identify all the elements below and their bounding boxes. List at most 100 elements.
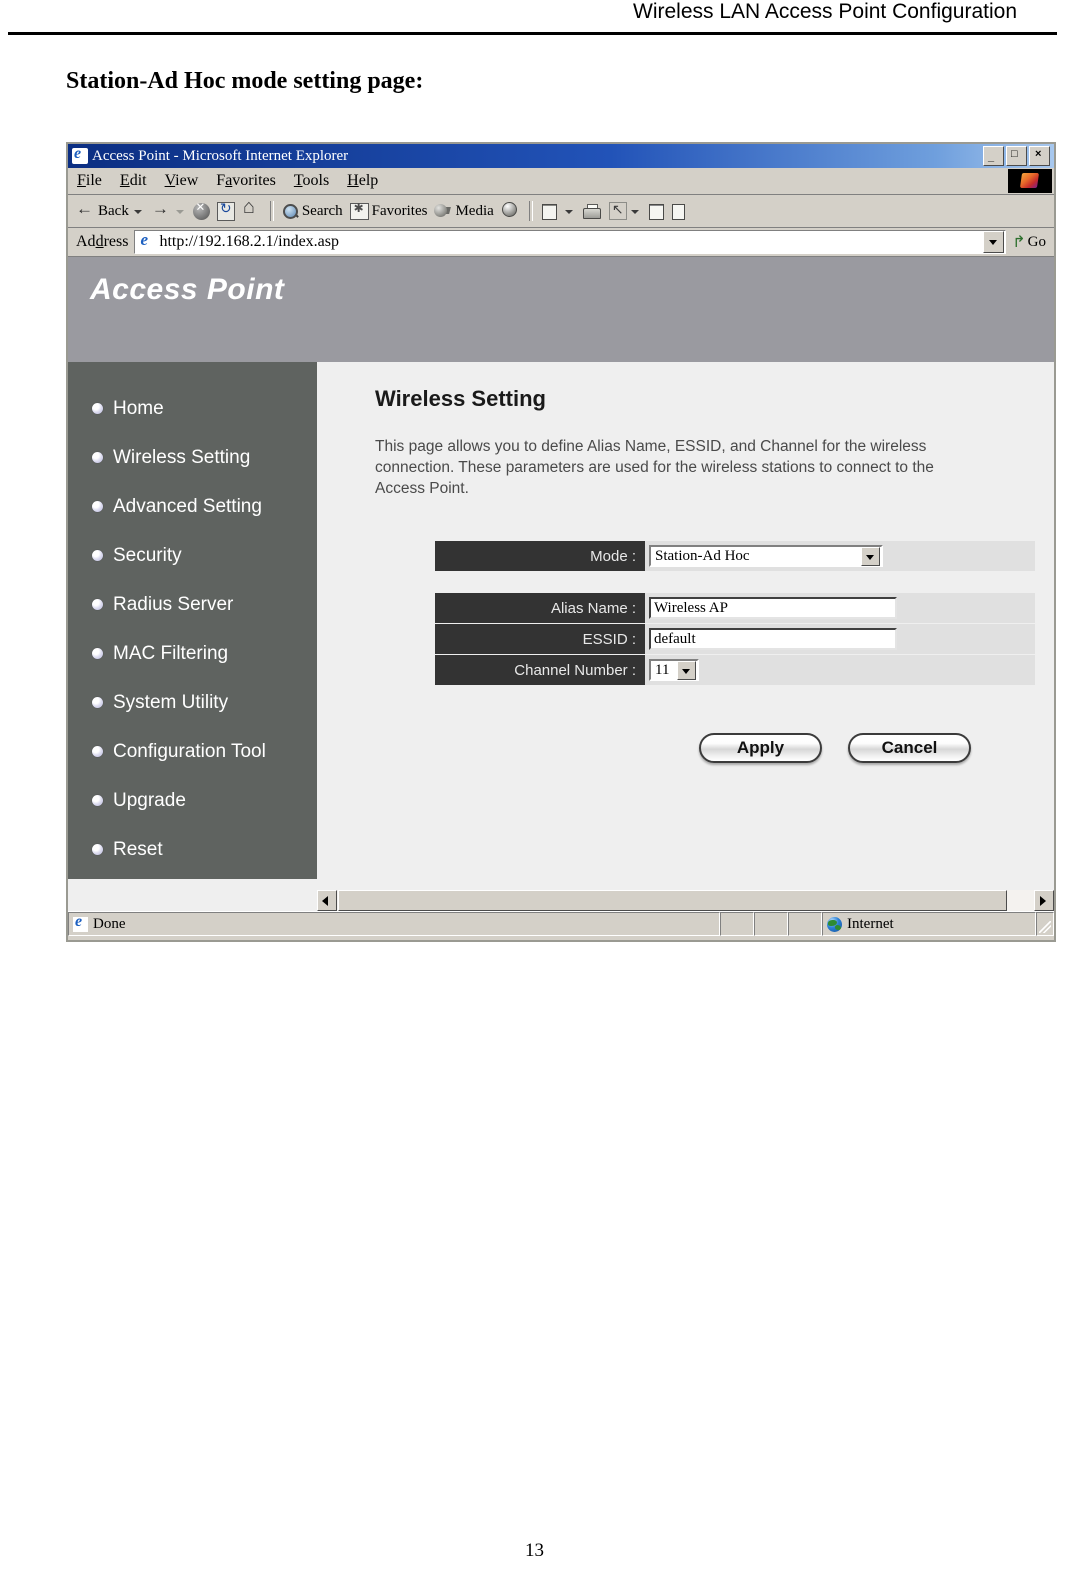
address-input[interactable]: http://192.168.2.1/index.asp bbox=[134, 230, 1007, 254]
page-favicon-icon bbox=[138, 230, 155, 250]
forward-button[interactable] bbox=[148, 199, 189, 221]
mode-select[interactable]: Station-Ad Hoc bbox=[649, 545, 883, 567]
sidebar-item-advanced-setting[interactable]: Advanced Setting bbox=[68, 482, 317, 531]
close-button[interactable]: × bbox=[1029, 146, 1050, 166]
bullet-icon bbox=[92, 795, 103, 806]
cancel-button[interactable]: Cancel bbox=[848, 733, 971, 763]
mail-dropdown-icon[interactable] bbox=[564, 210, 573, 214]
back-button[interactable]: Back bbox=[72, 199, 147, 221]
menu-item-favorites[interactable]: Favorites bbox=[207, 172, 285, 190]
bullet-icon bbox=[92, 550, 103, 561]
go-button[interactable]: ↱ Go bbox=[1006, 232, 1052, 252]
security-zone-pane: Internet bbox=[822, 912, 1036, 936]
browser-toolbar: Back Search Favorites Media bbox=[68, 195, 1054, 228]
alias-name-field: Wireless AP bbox=[645, 593, 1035, 623]
minimize-button[interactable]: _ bbox=[983, 146, 1004, 166]
scrollbar-thumb[interactable] bbox=[338, 890, 1008, 911]
app-banner-title: Access Point bbox=[90, 273, 285, 306]
research-button[interactable] bbox=[668, 203, 688, 220]
discuss-button[interactable] bbox=[645, 203, 667, 220]
menu-item-help[interactable]: Help bbox=[338, 172, 387, 190]
media-button[interactable]: Media bbox=[431, 203, 496, 220]
document-header: Wireless LAN Access Point Configuration bbox=[0, 0, 1069, 46]
mail-button[interactable] bbox=[538, 203, 578, 220]
favorites-star-icon bbox=[349, 201, 369, 220]
apply-button[interactable]: Apply bbox=[699, 733, 822, 763]
sidebar-item-label: Configuration Tool bbox=[113, 740, 266, 762]
toolbar-separator-1 bbox=[269, 201, 274, 221]
channel-number-select-value: 11 bbox=[655, 661, 670, 678]
essid-input[interactable]: default bbox=[649, 628, 897, 650]
web-page-viewport: Access Point Home Wireless Setting Advan… bbox=[68, 257, 1054, 911]
back-arrow-icon bbox=[75, 199, 95, 221]
mode-select-value: Station-Ad Hoc bbox=[655, 547, 750, 564]
refresh-button[interactable] bbox=[214, 201, 238, 221]
scroll-right-arrow-icon[interactable] bbox=[1034, 890, 1054, 911]
favorites-button[interactable]: Favorites bbox=[347, 201, 431, 220]
menu-item-edit[interactable]: Edit bbox=[111, 172, 156, 190]
sidebar-item-label: Radius Server bbox=[113, 593, 234, 615]
browser-window: Access Point - Microsoft Internet Explor… bbox=[66, 142, 1056, 942]
search-button[interactable]: Search bbox=[279, 203, 346, 220]
bullet-icon bbox=[92, 452, 103, 463]
mode-field: Station-Ad Hoc bbox=[645, 541, 1035, 571]
media-label: Media bbox=[455, 202, 494, 219]
history-button[interactable] bbox=[498, 201, 524, 221]
chevron-down-icon[interactable] bbox=[677, 660, 696, 680]
edit-dropdown-icon[interactable] bbox=[630, 210, 639, 214]
edit-page-icon bbox=[608, 201, 627, 220]
channel-number-select[interactable]: 11 bbox=[649, 659, 699, 681]
menu-item-file[interactable]: File bbox=[68, 172, 111, 190]
print-button[interactable] bbox=[579, 203, 604, 220]
scroll-left-arrow-icon[interactable] bbox=[317, 890, 337, 911]
address-dropdown-button[interactable] bbox=[983, 231, 1005, 253]
edit-button[interactable] bbox=[605, 201, 644, 220]
stop-button[interactable] bbox=[190, 199, 213, 220]
menu-item-tools[interactable]: Tools bbox=[285, 172, 338, 190]
document-header-title: Wireless LAN Access Point Configuration bbox=[633, 0, 1017, 23]
page-title: Wireless Setting bbox=[375, 386, 546, 411]
channel-number-field: 11 bbox=[645, 655, 1035, 685]
bullet-icon bbox=[92, 697, 103, 708]
menu-item-view[interactable]: View bbox=[156, 172, 208, 190]
resize-grip[interactable] bbox=[1036, 912, 1054, 936]
sidebar-item-radius-server[interactable]: Radius Server bbox=[68, 580, 317, 629]
forward-dropdown-icon[interactable] bbox=[175, 210, 184, 214]
alias-name-input[interactable]: Wireless AP bbox=[649, 597, 897, 619]
form-row-alias-name: Alias Name : Wireless AP bbox=[435, 593, 1035, 623]
research-icon bbox=[671, 203, 685, 220]
maximize-button[interactable]: □ bbox=[1006, 146, 1027, 166]
address-bar: Address http://192.168.2.1/index.asp ↱ G… bbox=[68, 228, 1054, 257]
header-divider bbox=[8, 32, 1057, 35]
minimize-icon: _ bbox=[988, 151, 995, 163]
sidebar-item-home[interactable]: Home bbox=[68, 384, 317, 433]
horizontal-scrollbar[interactable] bbox=[317, 890, 1054, 911]
status-pane-3 bbox=[788, 912, 822, 936]
back-dropdown-icon[interactable] bbox=[133, 210, 142, 214]
go-label: Go bbox=[1027, 233, 1046, 250]
sidebar-item-label: Security bbox=[113, 544, 182, 566]
home-button[interactable] bbox=[239, 196, 265, 221]
status-pane-2 bbox=[754, 912, 788, 936]
sidebar-item-system-utility[interactable]: System Utility bbox=[68, 678, 317, 727]
favorites-label: Favorites bbox=[371, 202, 428, 219]
bullet-icon bbox=[92, 501, 103, 512]
wireless-setting-form: Mode : Station-Ad Hoc Alias Name : Wirel… bbox=[435, 541, 1035, 763]
sidebar-nav: Home Wireless Setting Advanced Setting S… bbox=[68, 362, 317, 879]
browser-titlebar: Access Point - Microsoft Internet Explor… bbox=[68, 144, 1054, 168]
bullet-icon bbox=[92, 403, 103, 414]
bullet-icon bbox=[92, 746, 103, 757]
sidebar-item-label: MAC Filtering bbox=[113, 642, 229, 664]
scrollbar-track[interactable] bbox=[337, 890, 1034, 911]
sidebar-item-wireless-setting[interactable]: Wireless Setting bbox=[68, 433, 317, 482]
sidebar-item-mac-filtering[interactable]: MAC Filtering bbox=[68, 629, 317, 678]
sidebar-item-security[interactable]: Security bbox=[68, 531, 317, 580]
sidebar-item-upgrade[interactable]: Upgrade bbox=[68, 776, 317, 825]
chevron-down-icon[interactable] bbox=[861, 546, 880, 566]
alias-name-label: Alias Name : bbox=[435, 593, 645, 623]
main-content: Wireless Setting This page allows you to… bbox=[317, 362, 1054, 879]
status-explorer-icon bbox=[73, 913, 88, 932]
mode-label: Mode : bbox=[435, 541, 645, 571]
sidebar-item-reset[interactable]: Reset bbox=[68, 825, 317, 874]
sidebar-item-configuration-tool[interactable]: Configuration Tool bbox=[68, 727, 317, 776]
